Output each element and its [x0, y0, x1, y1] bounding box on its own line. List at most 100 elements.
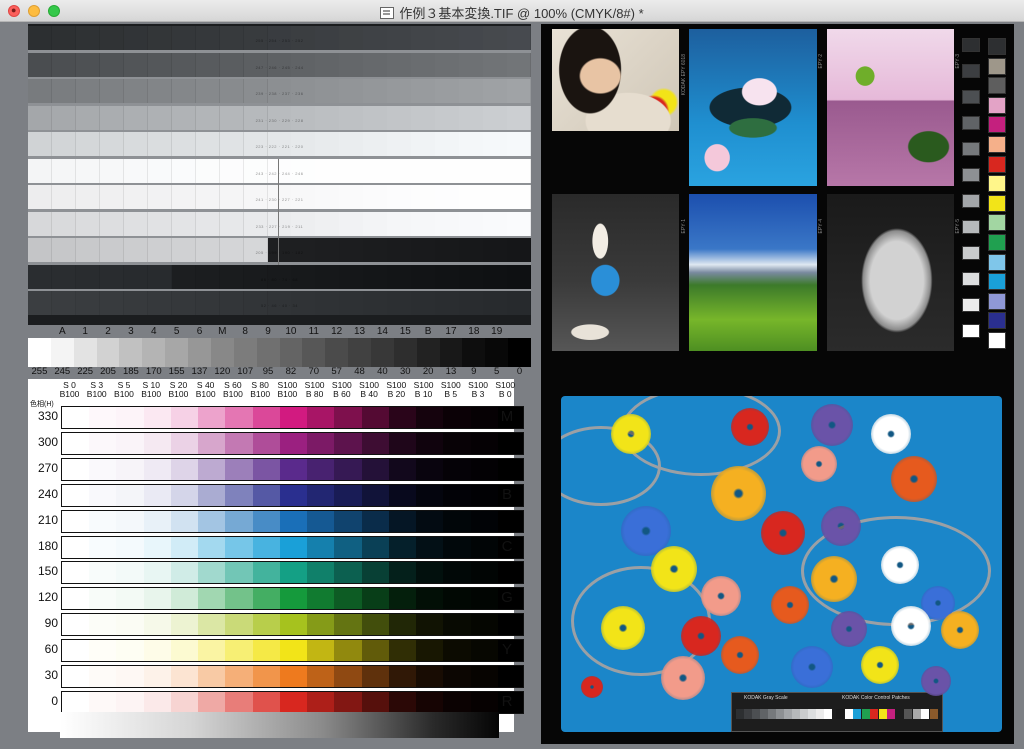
color-block: [116, 536, 145, 558]
wedge-value: 245: [54, 366, 71, 377]
color-block: [388, 640, 417, 662]
document-canvas[interactable]: 255 · 254 · 253 · 252 247 · 246 · 245 · 2…: [0, 22, 1024, 749]
header-line: B100: [86, 389, 107, 399]
wedge-value: 48: [354, 366, 365, 377]
color-block: [225, 640, 254, 662]
color-swatch: [988, 332, 1006, 349]
color-block: [388, 536, 417, 558]
purple-rose: [831, 611, 867, 647]
wedge-step: [210, 338, 235, 367]
patch-numbers: 241 · 230 · 227 · 221: [255, 197, 304, 202]
red-rose: [581, 676, 603, 698]
wedge-letter: 4: [150, 326, 157, 337]
color-block: [143, 640, 172, 662]
color-block: [497, 458, 523, 480]
hue-saturation-chart: 色相(H) S 0 B100 S 3 B100 S 5 B100 S 10 B100 S 20 B…: [28, 379, 524, 732]
color-block: [62, 407, 90, 428]
color-block: [143, 666, 172, 687]
flower-target: KODAK Gray Scale KODAK Color Control Pat…: [561, 396, 1002, 732]
color-swatch: [988, 194, 1006, 212]
hue-gradient-row: [61, 587, 524, 611]
color-block: [388, 484, 417, 506]
hue-gradient-row: [61, 665, 524, 688]
color-row-letter: B: [501, 485, 512, 503]
wedge-letter: 11: [308, 326, 319, 337]
color-block: [225, 562, 254, 584]
wedge-step: [370, 338, 395, 367]
color-block: [170, 562, 199, 584]
color-swatch: [988, 234, 1006, 251]
color-block: [443, 614, 472, 636]
patch-numbers: 243 · 242 · 244 · 246: [255, 170, 304, 176]
wedge-step: [256, 338, 280, 367]
wedge-step: [462, 338, 486, 367]
patch-numbers: 247 · 246 · 245 · 244: [255, 64, 304, 70]
hue-gradient-row: [61, 457, 524, 481]
color-block: [170, 666, 199, 687]
color-block: [416, 432, 444, 454]
gray-swatch: [962, 38, 980, 52]
color-block: [388, 691, 417, 713]
color-block: [116, 588, 145, 610]
column-header: S 3 B100: [84, 381, 109, 399]
color-block: [470, 588, 499, 610]
header-line: B100: [114, 389, 134, 399]
color-block: [388, 407, 417, 428]
color-block: [279, 484, 308, 506]
kodak-control-strip: KODAK Gray Scale KODAK Color Control Pat…: [731, 692, 943, 732]
color-block: [443, 666, 472, 687]
color-block: [170, 536, 199, 558]
color-block: [279, 666, 308, 687]
color-row-letter: M: [500, 408, 514, 425]
gray-swatch: [962, 194, 980, 208]
step-wedge: [28, 338, 532, 367]
color-block: [416, 536, 444, 558]
color-block: [334, 458, 363, 480]
patch-numbers: 52 · 46 · 40 · 34: [261, 303, 298, 308]
color-block: [62, 614, 90, 636]
frame-code: EPY·3: [955, 54, 961, 69]
yellow-rose: [861, 646, 899, 684]
color-block: [62, 536, 90, 558]
hue-value: 120: [37, 590, 58, 605]
color-block: [388, 432, 417, 454]
color-block: [307, 588, 335, 610]
gray-patch-row: 255 · 254 · 253 · 252: [28, 26, 532, 50]
color-block: [225, 484, 254, 506]
gray-patch-row: 231 · 230 · 229 · 228: [28, 105, 532, 130]
wedge-value: 0: [516, 366, 523, 377]
color-block: [361, 640, 390, 662]
wedge-value: 5: [494, 366, 500, 377]
color-block: [252, 510, 281, 532]
color-block: [116, 407, 145, 428]
color-patch: [870, 709, 878, 719]
color-block: [198, 562, 226, 584]
color-block: [307, 614, 335, 636]
color-block: [443, 432, 472, 454]
hue-gradient-row: [61, 561, 524, 585]
color-block: [416, 640, 444, 662]
hue-value: 90: [44, 616, 58, 631]
color-block: [307, 640, 335, 662]
wedge-letter: 2: [105, 326, 111, 337]
pink-rose: [661, 656, 705, 700]
color-block: [279, 562, 308, 584]
patch-numbers: 233 · 227 · 219 · 211: [255, 223, 304, 229]
color-block: [198, 640, 226, 662]
wedge-value: 57: [331, 366, 342, 377]
column-header: S 20 B100: [166, 381, 191, 399]
patch-numbers: 86 · 80 · 74 · 68: [261, 276, 298, 282]
column-header: S100 B 20: [384, 381, 409, 399]
color-block: [416, 484, 444, 506]
column-header: S100 B 0: [493, 381, 518, 399]
wedge-value: 20: [422, 366, 434, 377]
color-block: [416, 691, 444, 713]
color-block: [116, 484, 145, 506]
wedge-letter: 17: [445, 326, 457, 337]
patch-numbers: 223 · 222 · 221 · 220: [255, 144, 304, 149]
gray-scale-step: [800, 709, 808, 719]
header-line: B100: [141, 389, 162, 399]
color-block: [307, 510, 335, 532]
wedge-step: [485, 338, 509, 367]
column-header: S100 B100: [275, 381, 300, 399]
